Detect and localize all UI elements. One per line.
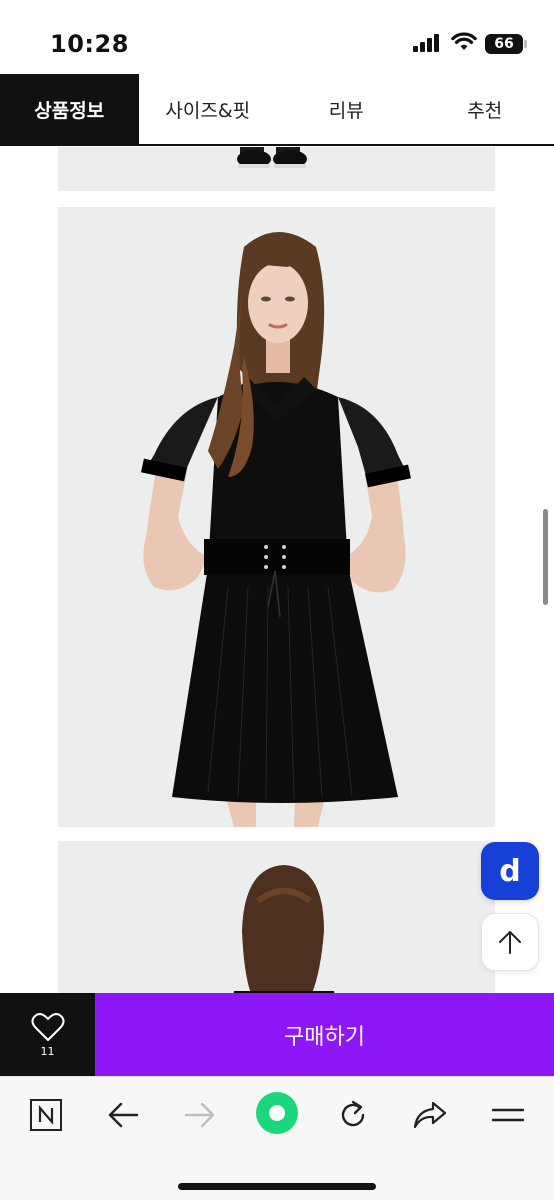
forward-arrow-icon[interactable] <box>180 1095 220 1135</box>
tab-reviews[interactable]: 리뷰 <box>277 74 416 144</box>
product-photo-shoes <box>58 147 495 191</box>
status-bar: 10:28 66 <box>0 0 554 74</box>
buy-button[interactable]: 구매하기 <box>95 993 554 1076</box>
menu-icon[interactable] <box>488 1095 528 1135</box>
tab-size-fit[interactable]: 사이즈&핏 <box>139 74 278 144</box>
battery-indicator: 66 <box>485 34 527 54</box>
home-indicator <box>178 1183 376 1190</box>
purchase-bar: 11 구매하기 <box>0 993 554 1076</box>
back-arrow-icon[interactable] <box>103 1095 143 1135</box>
status-time: 10:28 <box>50 30 129 58</box>
browser-toolbar <box>0 1076 554 1200</box>
product-detail-content <box>0 147 554 993</box>
wifi-icon <box>451 32 477 50</box>
green-dot-icon[interactable] <box>255 1091 299 1135</box>
share-icon[interactable] <box>410 1095 450 1135</box>
like-button[interactable]: 11 <box>0 993 95 1076</box>
product-photo-model-back <box>58 841 495 993</box>
brand-badge-button[interactable]: d <box>481 842 539 900</box>
refresh-icon[interactable] <box>333 1095 373 1135</box>
product-tab-bar: 상품정보 사이즈&핏 리뷰 추천 <box>0 74 554 146</box>
cellular-signal-icon <box>413 34 443 52</box>
naver-n-icon[interactable] <box>26 1095 66 1135</box>
product-photo-model-front <box>58 207 495 827</box>
tab-product-info[interactable]: 상품정보 <box>0 74 139 144</box>
arrow-up-icon <box>499 931 521 954</box>
like-count: 11 <box>40 1044 55 1058</box>
tab-recommended[interactable]: 추천 <box>416 74 554 144</box>
heart-icon <box>31 1012 64 1041</box>
scroll-to-top-button[interactable] <box>481 913 539 971</box>
page-scrollbar[interactable] <box>543 509 548 605</box>
